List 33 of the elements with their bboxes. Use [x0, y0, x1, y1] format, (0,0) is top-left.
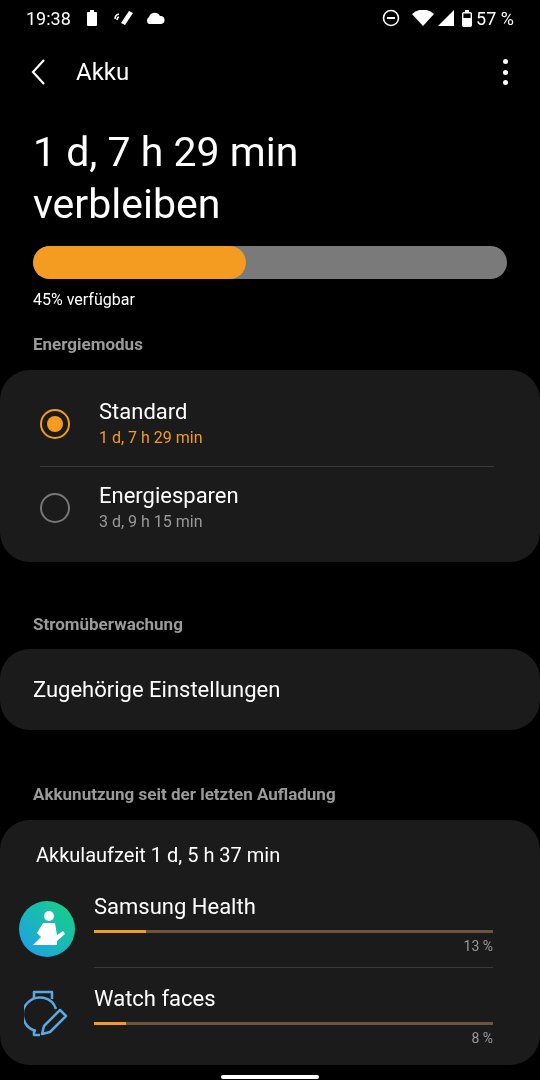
available-label: 45% verfügbar	[33, 289, 136, 311]
battery-percent: 57 %	[476, 6, 514, 31]
wifi-icon	[412, 10, 435, 26]
page-title: Akku	[76, 57, 130, 88]
cloud-icon	[144, 12, 165, 24]
battery-icon	[86, 10, 97, 26]
runtime-label: Akkulaufzeit 1 d, 5 h 37 min	[35, 841, 282, 869]
radio-button[interactable]	[40, 408, 70, 439]
do-not-disturb-icon	[382, 9, 401, 27]
battery-icon	[462, 9, 473, 27]
watch-pencil-icon	[24, 988, 70, 1037]
signal-icon	[438, 10, 455, 26]
status-time: 19:38	[26, 6, 71, 31]
radio-button[interactable]	[40, 493, 70, 523]
app-usage-item[interactable]: Watch faces 8 %	[0, 966, 540, 1059]
section-heading: Energiemodus	[32, 333, 144, 356]
option-detail: 3 d, 9 h 15 min	[99, 511, 204, 533]
power-mode-option[interactable]: Standard 1 d, 7 h 29 min	[40, 381, 494, 466]
usage-percent: 8 %	[471, 1028, 493, 1048]
option-label: Standard	[99, 397, 189, 426]
option-label: Energiesparen	[99, 482, 239, 510]
power-mode-option[interactable]: Energiesparen 3 d, 9 h 15 min	[40, 465, 494, 550]
app-usage-item[interactable]: Samsung Health 13 %	[0, 891, 540, 967]
app-icon	[19, 901, 75, 957]
section-heading: Akkunutzung seit der letzten Aufladung	[32, 783, 337, 806]
app-name: Samsung Health	[94, 892, 257, 921]
option-detail: 1 d, 7 h 29 min	[99, 426, 203, 449]
related-settings-item[interactable]: Zugehörige Einstellungen	[0, 649, 540, 730]
section-heading: Stromüberwachung	[32, 612, 184, 636]
usage-percent: 13 %	[463, 936, 493, 956]
app-name: Watch faces	[94, 984, 217, 1013]
home-indicator[interactable]	[221, 1074, 319, 1079]
remaining-time: 1 d, 7 h 29 min verbleiben	[33, 127, 300, 230]
